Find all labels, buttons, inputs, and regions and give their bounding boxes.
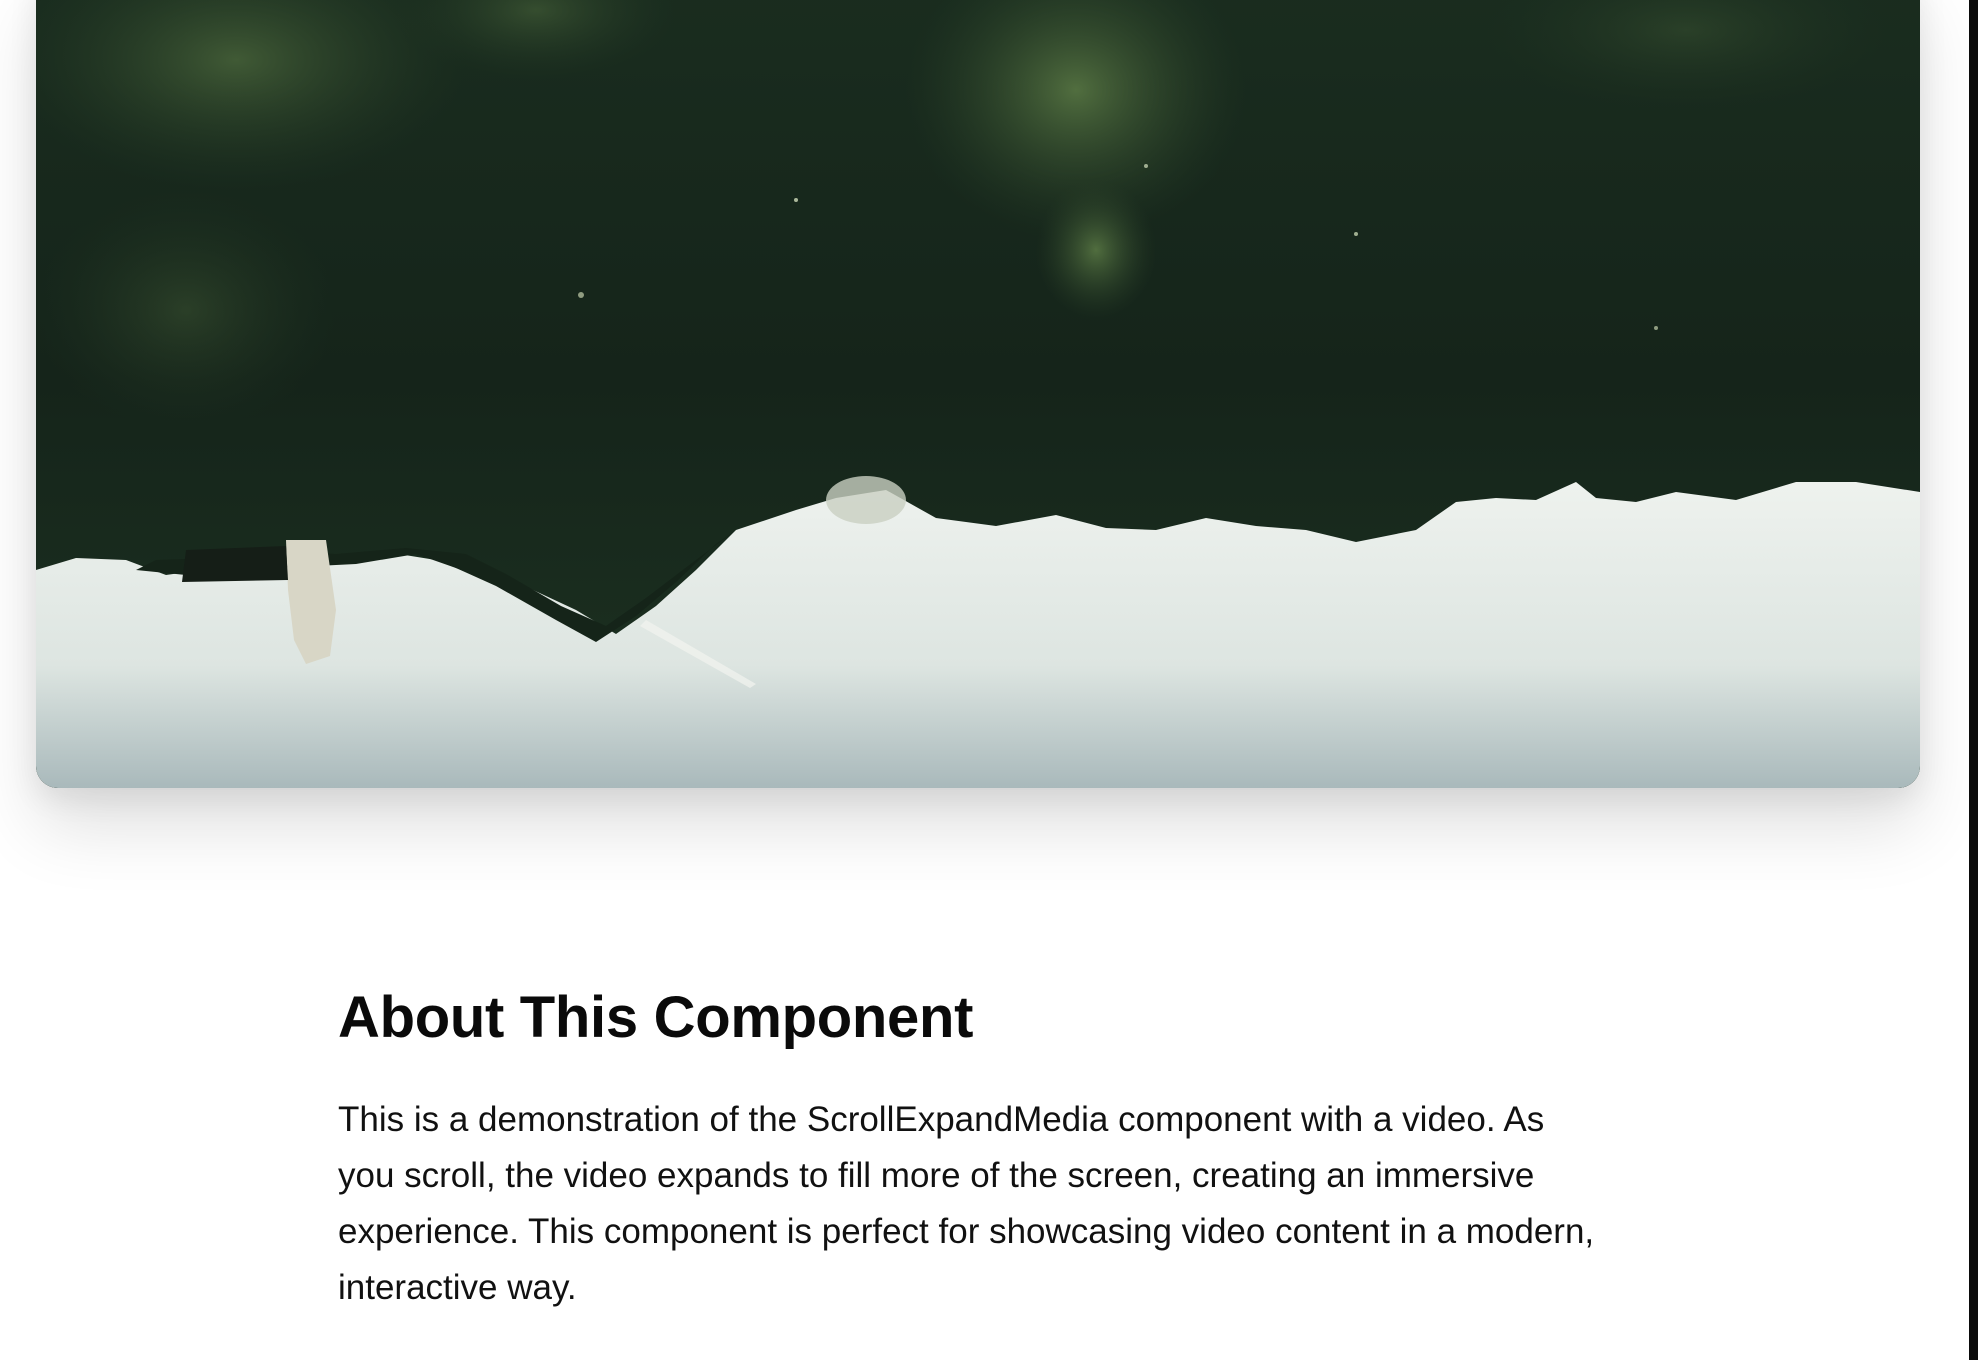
window-edge (1969, 0, 1978, 1360)
expanding-video[interactable] (36, 0, 1920, 788)
section-description: This is a demonstration of the ScrollExp… (338, 1100, 1595, 1307)
section-title: About This Component (338, 985, 974, 1050)
page: About This Component This is a demonstra… (0, 0, 1978, 1360)
about-section: About This Component This is a demonstra… (338, 976, 1608, 1316)
video-frame-image (36, 0, 1920, 788)
